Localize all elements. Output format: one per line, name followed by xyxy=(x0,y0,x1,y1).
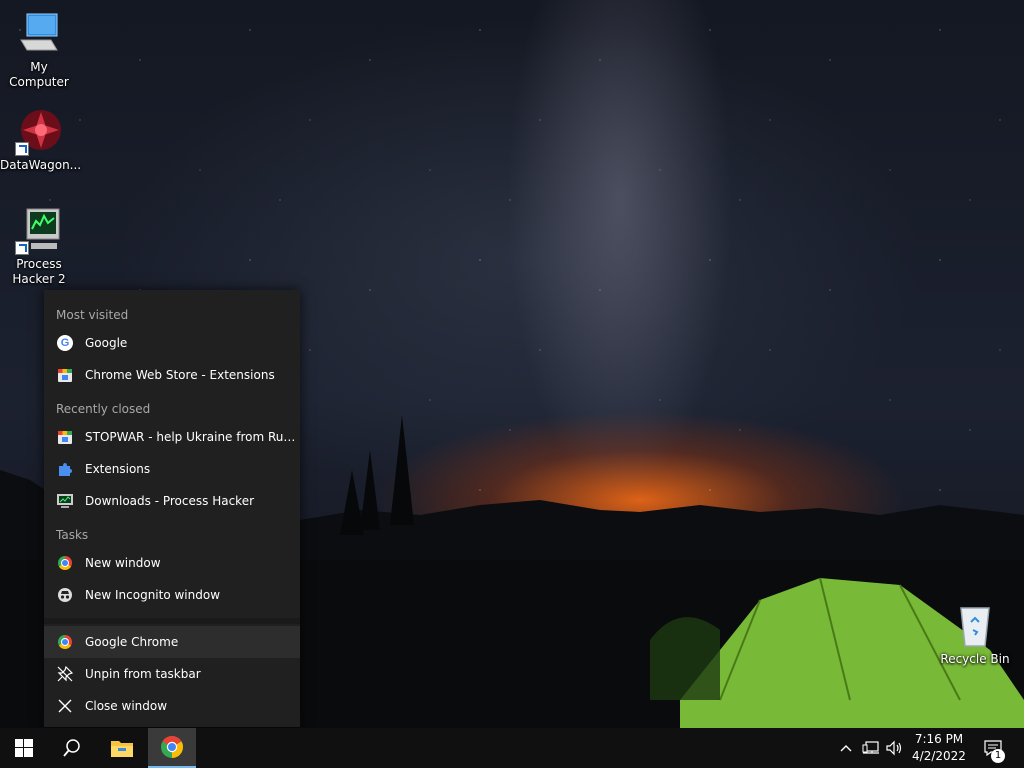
action-center-button[interactable] xyxy=(976,728,1010,768)
chrome-icon xyxy=(57,634,73,650)
clock-time: 7:16 PM xyxy=(914,732,964,746)
jump-item-downloads-process-hacker[interactable]: Downloads - Process Hacker xyxy=(44,485,300,517)
volume-icon xyxy=(886,740,902,756)
unpin-icon xyxy=(57,666,73,682)
close-icon xyxy=(57,698,73,714)
jump-item-google[interactable]: G Google xyxy=(44,327,300,359)
puzzle-icon xyxy=(57,461,73,477)
clock-date: 4/2/2022 xyxy=(912,749,966,763)
desktop-icon-my-computer[interactable]: My Computer xyxy=(0,10,78,90)
search-icon xyxy=(63,739,80,757)
jump-item-unpin-from-taskbar[interactable]: Unpin from taskbar xyxy=(44,658,300,690)
jump-list-divider xyxy=(44,618,300,624)
jump-item-label: Google xyxy=(85,336,128,350)
jump-item-label: Google Chrome xyxy=(85,635,179,649)
section-header-recently-closed: Recently closed xyxy=(56,402,151,416)
desktop-icon-label: Recycle Bin xyxy=(940,652,1010,666)
jump-item-extensions[interactable]: Extensions xyxy=(44,453,300,485)
process-hacker-icon xyxy=(15,207,63,255)
desktop-icon-label: Process Hacker 2 xyxy=(12,257,66,286)
jump-item-label: New Incognito window xyxy=(85,588,221,602)
chrome-taskbar-button[interactable] xyxy=(148,728,196,768)
jump-item-label: Close window xyxy=(85,699,168,713)
section-header-tasks: Tasks xyxy=(56,528,89,542)
jump-item-label: Downloads - Process Hacker xyxy=(85,494,255,508)
chrome-jump-list: Most visited G Google Chrome Web Store -… xyxy=(44,290,300,727)
jump-item-stopwar[interactable]: STOPWAR - help Ukraine from Russian... xyxy=(44,421,300,453)
jump-item-label: New window xyxy=(85,556,161,570)
desktop-icon-recycle-bin[interactable]: Recycle Bin xyxy=(936,602,1014,667)
recycle-bin-icon xyxy=(951,602,999,650)
file-explorer-icon xyxy=(111,741,133,757)
jump-item-google-chrome[interactable]: Google Chrome xyxy=(44,626,300,658)
file-explorer-button[interactable] xyxy=(98,728,146,768)
chrome-icon xyxy=(57,555,73,571)
jump-item-label: STOPWAR - help Ukraine from Russian... xyxy=(85,430,299,444)
process-hacker-icon xyxy=(57,493,73,509)
taskbar-clock[interactable]: 7:16 PM 4/2/2022 xyxy=(906,731,972,765)
jump-item-label: Unpin from taskbar xyxy=(85,667,201,681)
datawagon-icon xyxy=(15,108,63,156)
show-hidden-icons-button[interactable] xyxy=(836,728,856,768)
google-icon: G xyxy=(57,335,73,351)
jump-item-label: Chrome Web Store - Extensions xyxy=(85,368,275,382)
search-button[interactable] xyxy=(48,728,96,768)
taskbar: 7:16 PM 4/2/2022 xyxy=(0,728,1024,768)
jump-item-new-incognito-window[interactable]: New Incognito window xyxy=(44,579,300,611)
jump-item-chrome-web-store[interactable]: Chrome Web Store - Extensions xyxy=(44,359,300,391)
start-button[interactable] xyxy=(0,728,48,768)
start-icon xyxy=(15,739,33,757)
jump-item-close-window[interactable]: Close window xyxy=(44,690,300,722)
network-button[interactable] xyxy=(860,728,882,768)
volume-button[interactable] xyxy=(884,728,906,768)
chrome-web-store-icon xyxy=(57,429,73,445)
desktop-icon-datawagon[interactable]: DataWagon... xyxy=(0,108,82,173)
desktop-icon-label: DataWagon... xyxy=(0,158,82,172)
desktop-icon-label: My Computer xyxy=(9,60,69,89)
notification-count-badge: 1 xyxy=(991,749,1005,763)
incognito-icon xyxy=(57,587,73,603)
shortcut-arrow-icon xyxy=(15,241,29,255)
section-header-most-visited: Most visited xyxy=(56,308,129,322)
chevron-up-icon xyxy=(840,745,852,752)
shortcut-arrow-icon xyxy=(15,142,29,156)
chrome-web-store-icon xyxy=(57,367,73,383)
chrome-icon xyxy=(161,736,183,758)
jump-item-label: Extensions xyxy=(85,462,151,476)
desktop-icon-process-hacker[interactable]: Process Hacker 2 xyxy=(0,207,78,287)
network-icon xyxy=(862,741,879,754)
jump-item-new-window[interactable]: New window xyxy=(44,547,300,579)
computer-icon xyxy=(15,10,63,58)
